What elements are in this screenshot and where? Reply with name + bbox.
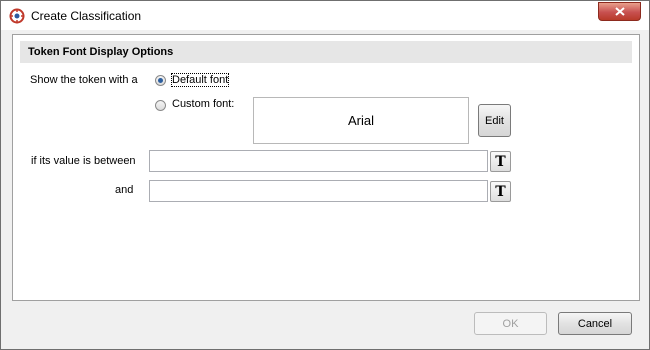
between-label: if its value is between	[31, 155, 136, 167]
ok-button-label: OK	[502, 317, 519, 330]
upper-value-text-button[interactable]: T	[490, 181, 511, 202]
lower-value-input[interactable]	[149, 150, 488, 172]
and-label: and	[115, 184, 134, 196]
close-icon	[614, 5, 625, 19]
content-panel: Token Font Display Options Show the toke…	[12, 34, 640, 301]
lower-value-text-button[interactable]: T	[490, 151, 511, 172]
default-font-label[interactable]: Default font	[170, 73, 230, 87]
text-format-icon: T	[495, 153, 506, 170]
cancel-button[interactable]: Cancel	[558, 312, 632, 335]
edit-font-button[interactable]: Edit	[478, 104, 511, 137]
cancel-button-label: Cancel	[577, 317, 613, 330]
section-header: Token Font Display Options	[20, 41, 632, 63]
custom-font-radio[interactable]	[155, 100, 166, 111]
font-preview-box: Arial	[253, 97, 469, 144]
section-title: Token Font Display Options	[28, 46, 174, 58]
app-icon	[9, 8, 25, 24]
font-preview-text: Arial	[347, 113, 374, 128]
title-bar[interactable]: Create Classification	[1, 1, 649, 30]
dialog-window: Create Classification Token Font Display…	[0, 0, 650, 350]
ok-button[interactable]: OK	[474, 312, 547, 335]
close-button[interactable]	[598, 2, 641, 21]
text-format-icon: T	[495, 183, 506, 200]
font-prompt-label: Show the token with a	[30, 74, 138, 86]
window-title: Create Classification	[31, 9, 142, 23]
upper-value-input[interactable]	[149, 180, 488, 202]
edit-font-button-label: Edit	[485, 114, 504, 127]
default-font-radio[interactable]	[155, 75, 166, 86]
custom-font-label[interactable]: Custom font:	[172, 98, 234, 110]
